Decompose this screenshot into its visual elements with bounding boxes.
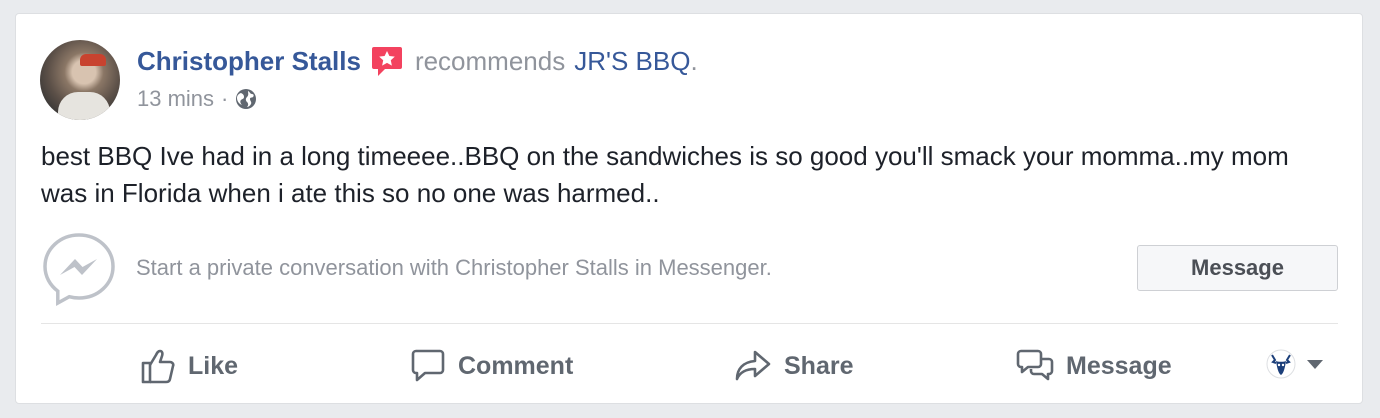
timestamp[interactable]: 13 mins <box>137 86 214 112</box>
message-action-label: Message <box>1066 351 1172 380</box>
globe-icon[interactable] <box>235 88 257 110</box>
share-icon <box>734 348 772 384</box>
recommends-text: recommends <box>414 45 566 76</box>
avatar[interactable] <box>40 40 120 120</box>
comment-button[interactable]: Comment <box>410 348 573 384</box>
avatar-hat <box>80 54 106 66</box>
avatar-shirt <box>58 92 110 120</box>
page-selector[interactable] <box>1266 348 1324 385</box>
comment-label: Comment <box>458 351 574 380</box>
header-period: . <box>690 45 698 76</box>
recommendation-icon <box>371 45 403 77</box>
share-label: Share <box>784 351 854 380</box>
thumbs-up-icon <box>140 348 176 384</box>
like-label: Like <box>188 351 239 380</box>
post-body: best BBQ Ive had in a long timeeee..BBQ … <box>41 141 1289 208</box>
share-button[interactable]: Share <box>734 348 853 384</box>
message-bubbles-icon <box>1016 348 1054 384</box>
caret-down-icon <box>1306 357 1324 375</box>
comment-icon <box>410 348 446 384</box>
post-header: Christopher Stalls recommends JR'S BBQ . <box>137 44 698 78</box>
message-action-button[interactable]: Message <box>1016 348 1172 384</box>
page-link[interactable]: JR'S BBQ <box>574 46 690 77</box>
divider <box>41 323 1338 324</box>
messenger-prompt-text: Start a private conversation with Christ… <box>136 255 772 280</box>
like-button[interactable]: Like <box>140 348 238 384</box>
message-button[interactable]: Message <box>1137 245 1338 291</box>
post-card: Christopher Stalls recommends JR'S BBQ .… <box>15 13 1363 404</box>
post-meta: 13 mins · <box>137 86 257 112</box>
messenger-icon <box>41 231 117 312</box>
page-avatar-icon <box>1266 348 1296 385</box>
meta-separator: · <box>221 86 229 111</box>
author-name[interactable]: Christopher Stalls <box>137 46 361 77</box>
